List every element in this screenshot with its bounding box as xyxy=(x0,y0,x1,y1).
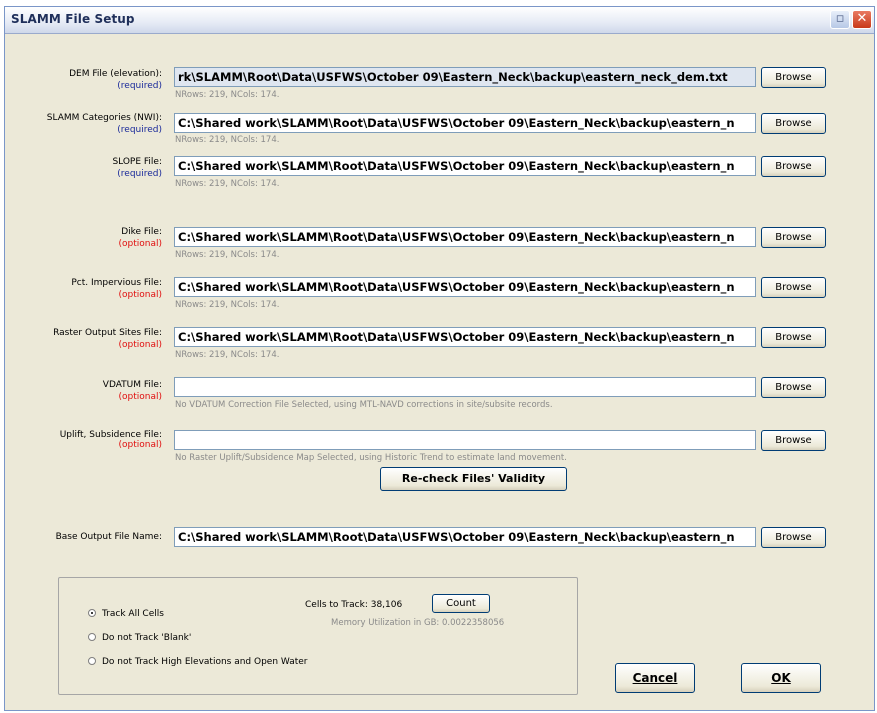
slope-file-required-tag: (required) xyxy=(117,169,162,179)
radio-selected-icon xyxy=(88,608,96,617)
radio-do-not-track-blank[interactable]: Do not Track 'Blank' xyxy=(88,632,192,643)
dem-file-input[interactable]: rk\SLAMM\Root\Data\USFWS\October 09\East… xyxy=(174,67,756,87)
close-icon: ✕ xyxy=(856,11,868,26)
count-button[interactable]: Count xyxy=(432,594,490,613)
track-all-cells-label: Track All Cells xyxy=(102,609,164,619)
radio-unselected-icon xyxy=(88,632,96,641)
raster-output-sites-browse-button[interactable]: Browse xyxy=(761,327,826,348)
slamm-categories-required-tag: (required) xyxy=(117,125,162,135)
uplift-subsidence-input[interactable] xyxy=(174,430,756,450)
dike-file-info: NRows: 219, NCols: 174. xyxy=(175,250,280,260)
raster-output-sites-info: NRows: 219, NCols: 174. xyxy=(175,350,280,360)
slamm-categories-browse-button[interactable]: Browse xyxy=(761,113,826,134)
vdatum-file-info: No VDATUM Correction File Selected, usin… xyxy=(175,400,553,410)
radio-track-all-cells[interactable]: Track All Cells xyxy=(88,608,164,619)
memory-utilization-label: Memory Utilization in GB: 0.0022358056 xyxy=(331,618,505,628)
raster-output-sites-input[interactable]: C:\Shared work\SLAMM\Root\Data\USFWS\Oct… xyxy=(174,327,756,347)
slope-file-input[interactable]: C:\Shared work\SLAMM\Root\Data\USFWS\Oct… xyxy=(174,156,756,176)
recheck-files-button[interactable]: Re-check Files' Validity xyxy=(380,467,567,491)
base-output-input[interactable]: C:\Shared work\SLAMM\Root\Data\USFWS\Oct… xyxy=(174,527,756,547)
cancel-button[interactable]: Cancel xyxy=(615,663,695,693)
pct-impervious-label: Pct. Impervious File: xyxy=(71,278,162,288)
cells-to-track-label: Cells to Track: 38,106 xyxy=(305,600,403,610)
tracking-options-group: Track All Cells Do not Track 'Blank' Do … xyxy=(58,577,578,695)
base-output-label: Base Output File Name: xyxy=(55,532,162,542)
dem-browse-button[interactable]: Browse xyxy=(761,67,826,88)
uplift-subsidence-info: No Raster Uplift/Subsidence Map Selected… xyxy=(175,453,567,463)
dike-browse-button[interactable]: Browse xyxy=(761,227,826,248)
vdatum-file-label: VDATUM File: xyxy=(102,380,162,390)
raster-output-sites-label: Raster Output Sites File: xyxy=(53,328,162,338)
slamm-categories-info: NRows: 219, NCols: 174. xyxy=(175,135,280,145)
pct-impervious-input[interactable]: C:\Shared work\SLAMM\Root\Data\USFWS\Oct… xyxy=(174,277,756,297)
dike-file-label: Dike File: xyxy=(121,227,162,237)
slope-browse-button[interactable]: Browse xyxy=(761,156,826,177)
pct-impervious-optional-tag: (optional) xyxy=(118,290,163,300)
dike-file-optional-tag: (optional) xyxy=(118,239,163,249)
radio-unselected-icon xyxy=(88,656,96,665)
radio-do-not-track-high-elevations[interactable]: Do not Track High Elevations and Open Wa… xyxy=(88,656,308,667)
ok-button[interactable]: OK xyxy=(741,663,821,693)
raster-output-sites-optional-tag: (optional) xyxy=(118,340,163,350)
title-bar: SLAMM File Setup ▫ ✕ xyxy=(5,7,874,34)
vdatum-file-input[interactable] xyxy=(174,377,756,397)
dem-file-required-tag: (required) xyxy=(117,81,162,91)
slope-file-label: SLOPE File: xyxy=(112,157,162,167)
dem-file-info: NRows: 219, NCols: 174. xyxy=(175,90,280,100)
pct-impervious-browse-button[interactable]: Browse xyxy=(761,277,826,298)
minimize-icon: ▫ xyxy=(835,11,845,26)
base-output-browse-button[interactable]: Browse xyxy=(761,527,826,548)
vdatum-browse-button[interactable]: Browse xyxy=(761,377,826,398)
dike-file-input[interactable]: C:\Shared work\SLAMM\Root\Data\USFWS\Oct… xyxy=(174,227,756,247)
close-button[interactable]: ✕ xyxy=(852,10,872,29)
ok-label: OK xyxy=(771,671,791,685)
slamm-file-setup-window: SLAMM File Setup ▫ ✕ DEM File (elevation… xyxy=(4,6,875,711)
vdatum-file-optional-tag: (optional) xyxy=(118,392,163,402)
do-not-track-high-elevations-label: Do not Track High Elevations and Open Wa… xyxy=(102,657,308,667)
slamm-categories-input[interactable]: C:\Shared work\SLAMM\Root\Data\USFWS\Oct… xyxy=(174,113,756,133)
uplift-subsidence-optional-tag: (optional) xyxy=(118,440,163,450)
slamm-categories-label: SLAMM Categories (NWI): xyxy=(46,113,162,123)
window-title: SLAMM File Setup xyxy=(11,12,135,26)
minimize-button[interactable]: ▫ xyxy=(830,10,850,29)
dem-file-label: DEM File (elevation): xyxy=(69,69,162,79)
pct-impervious-info: NRows: 219, NCols: 174. xyxy=(175,300,280,310)
do-not-track-blank-label: Do not Track 'Blank' xyxy=(102,633,192,643)
slope-file-info: NRows: 219, NCols: 174. xyxy=(175,179,280,189)
uplift-subsidence-browse-button[interactable]: Browse xyxy=(761,430,826,451)
cancel-label: Cancel xyxy=(632,671,678,685)
